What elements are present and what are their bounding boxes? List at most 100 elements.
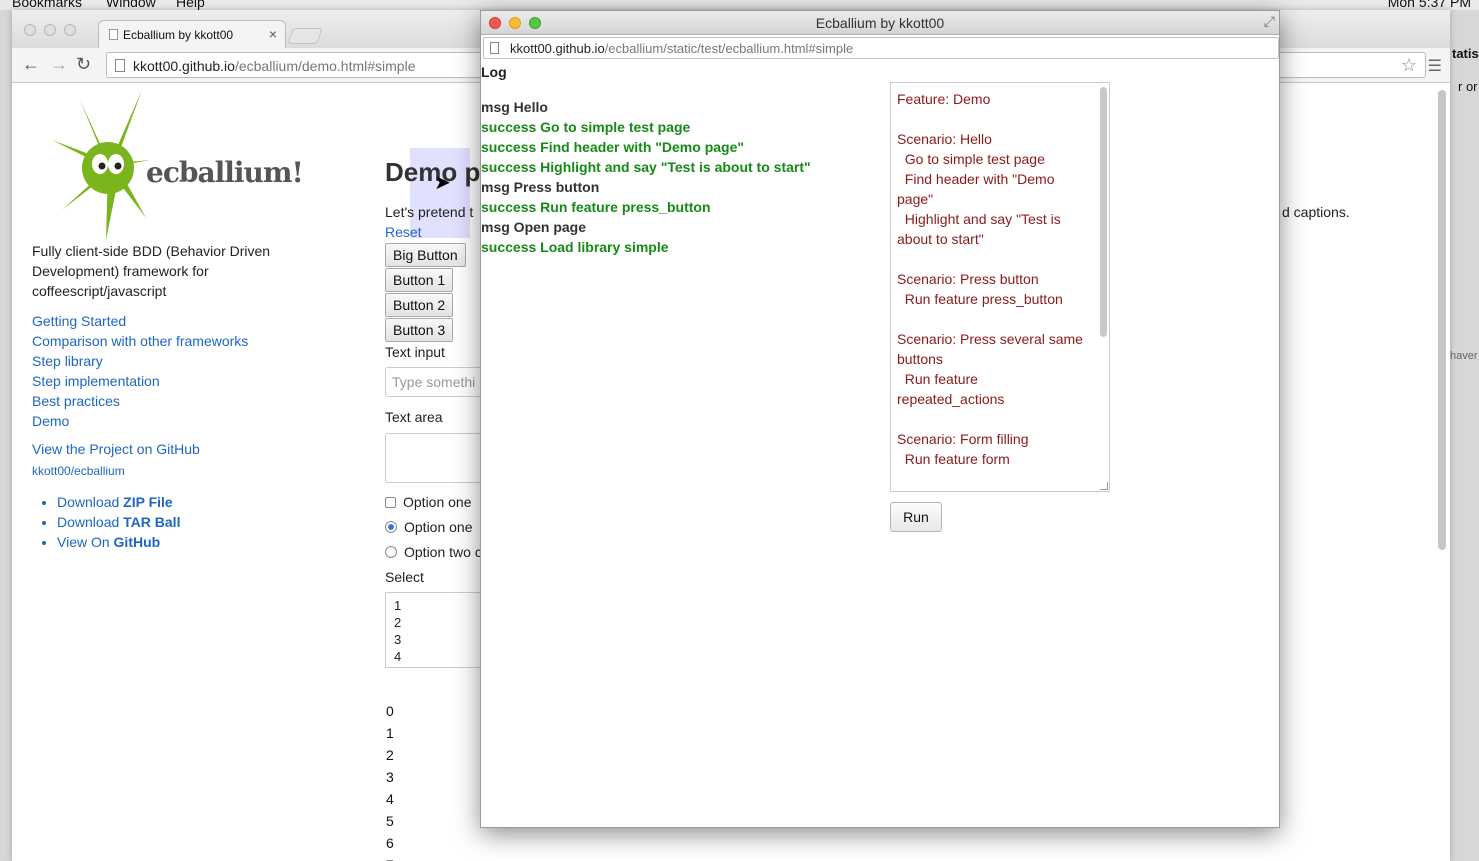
feature-line: page" <box>897 191 934 207</box>
log-entry: msg Hello <box>481 99 548 115</box>
feature-line: Run feature press_button <box>897 291 1063 307</box>
list-item: 3 <box>386 769 394 785</box>
demo-intro-text: Let's pretend t <box>385 204 474 220</box>
text-input-label: Text input <box>385 344 445 360</box>
button-2[interactable]: Button 2 <box>385 293 454 317</box>
ecballium-logo: ecballium! <box>50 90 304 243</box>
github-project-link[interactable]: View the Project on GitHub <box>32 441 200 457</box>
feature-line: about to start" <box>897 231 984 247</box>
list-item: 0 <box>386 703 394 719</box>
test-runner-popup-window: Ecballium by kkott00 ⤢ kkott00.github.io… <box>480 10 1280 828</box>
list-item: 6 <box>386 835 394 851</box>
log-entry: msg Press button <box>481 179 600 195</box>
page-icon <box>115 59 125 72</box>
list-item: 5 <box>386 813 394 829</box>
reset-link[interactable]: Reset <box>385 224 422 240</box>
resize-grip-icon[interactable] <box>1100 482 1108 490</box>
minimize-window-button[interactable] <box>44 24 56 36</box>
close-tab-icon[interactable]: × <box>269 26 277 42</box>
page-icon <box>109 29 118 40</box>
page-icon <box>490 42 499 54</box>
text-input[interactable]: Type somethi <box>385 367 495 397</box>
mouse-cursor-icon: ➤ <box>434 172 451 194</box>
log-entry: success Highlight and say "Test is about… <box>481 159 811 175</box>
sidebar-link-getting-started[interactable]: Getting Started <box>32 311 248 331</box>
address-url: kkott00.github.io/ecballium/demo.html#si… <box>133 58 416 74</box>
select-option[interactable]: 3 <box>394 631 486 648</box>
feature-line: ​ <box>897 249 1103 269</box>
run-button[interactable]: Run <box>890 502 942 532</box>
log-entry: success Go to simple test page <box>481 119 691 135</box>
reload-icon[interactable]: ↻ <box>76 54 91 75</box>
zoom-window-button[interactable] <box>64 24 76 36</box>
radio-button[interactable] <box>385 546 397 558</box>
sidebar-link-comparison[interactable]: Comparison with other frameworks <box>32 331 248 351</box>
project-description: Fully client-side BDD (Behavior Driven D… <box>32 243 271 299</box>
select-label: Select <box>385 569 424 585</box>
github-repo-link[interactable]: kkott00/ecballium <box>32 464 125 478</box>
select-option[interactable]: 1 <box>394 597 486 614</box>
feature-line: Go to simple test page <box>897 151 1045 167</box>
menu-window[interactable]: Window <box>106 0 156 10</box>
download-zip-link[interactable]: Download ZIP File <box>57 492 180 512</box>
expand-icon[interactable]: ⤢ <box>1264 13 1275 30</box>
feature-line: Scenario: Form filling <box>897 431 1029 447</box>
sidebar-link-demo[interactable]: Demo <box>32 411 248 431</box>
feature-line: Scenario: Hello <box>897 131 992 147</box>
feature-line: buttons <box>897 351 943 367</box>
feature-line: Run feature <box>897 371 978 387</box>
textarea-scrollbar[interactable] <box>1100 87 1107 337</box>
close-window-button[interactable] <box>24 24 36 36</box>
splat-logo-icon <box>52 90 150 240</box>
sidebar-link-step-library[interactable]: Step library <box>32 351 248 371</box>
feature-line: repeated_actions <box>897 391 1005 407</box>
log-heading: Log <box>481 64 507 80</box>
demo-intro-text-end: d captions. <box>1282 204 1350 220</box>
checkbox-option[interactable]: Option one <box>385 494 472 510</box>
select-option[interactable]: 2 <box>394 614 486 631</box>
download-list: Download ZIP File Download TAR Ball View… <box>57 492 180 552</box>
log-entry: success Run feature press_button <box>481 199 711 215</box>
menu-icon[interactable]: ☰ <box>1428 56 1442 76</box>
list-item: 4 <box>386 791 394 807</box>
button-3[interactable]: Button 3 <box>385 318 454 342</box>
text-area[interactable] <box>385 433 495 483</box>
feature-line: Feature: Demo <box>897 91 991 107</box>
logo-brand-text: ecballium! <box>146 156 304 189</box>
browser-tab[interactable]: Ecballium by kkott00 × <box>98 20 286 48</box>
radio-option-one[interactable]: Option one <box>385 519 473 535</box>
checkbox[interactable] <box>385 497 396 508</box>
right-edge-text-2: r or <box>1458 79 1478 94</box>
menu-bookmarks[interactable]: Bookmarks <box>12 0 82 10</box>
sidebar-link-best-practices[interactable]: Best practices <box>32 391 248 411</box>
right-edge-text-3: haver <box>1450 350 1478 362</box>
new-tab-button[interactable] <box>287 28 323 44</box>
log-entry: success Find header with "Demo page" <box>481 139 745 155</box>
select-list[interactable]: 1 2 3 4 <box>385 592 495 668</box>
radio-button[interactable] <box>385 521 397 533</box>
sidebar-nav: Getting Started Comparison with other fr… <box>32 311 248 431</box>
view-on-github-link[interactable]: View On GitHub <box>57 532 180 552</box>
popup-title-bar[interactable]: Ecballium by kkott00 ⤢ <box>481 11 1279 35</box>
button-1[interactable]: Button 1 <box>385 268 454 292</box>
feature-line: Find header with "Demo <box>897 171 1055 187</box>
radio-option-two[interactable]: Option two c <box>385 544 482 560</box>
feature-line: Scenario: Press button <box>897 271 1039 287</box>
popup-url: kkott00.github.io/ecballium/static/test/… <box>510 41 854 56</box>
sidebar-link-step-implementation[interactable]: Step implementation <box>32 371 248 391</box>
feature-textarea[interactable]: Feature: Demo ​ Scenario: Hello Go to si… <box>890 82 1110 492</box>
select-option[interactable]: 4 <box>394 648 486 665</box>
back-arrow-icon[interactable]: ← <box>22 54 40 75</box>
right-edge-text-1: tatist <box>1452 46 1479 61</box>
big-button[interactable]: Big Button <box>385 243 466 267</box>
list-item: 1 <box>386 725 394 741</box>
menu-help[interactable]: Help <box>176 0 205 10</box>
number-list: 0 1 2 3 4 5 6 7 <box>386 700 394 861</box>
popup-title: Ecballium by kkott00 <box>815 15 945 31</box>
forward-arrow-icon[interactable]: → <box>50 54 68 75</box>
popup-address-bar[interactable]: kkott00.github.io/ecballium/static/test/… <box>483 37 1279 59</box>
page-scrollbar[interactable] <box>1438 90 1446 550</box>
list-item: 7 <box>386 854 394 861</box>
bookmark-star-icon[interactable]: ☆ <box>1401 55 1417 76</box>
download-tar-link[interactable]: Download TAR Ball <box>57 512 180 532</box>
